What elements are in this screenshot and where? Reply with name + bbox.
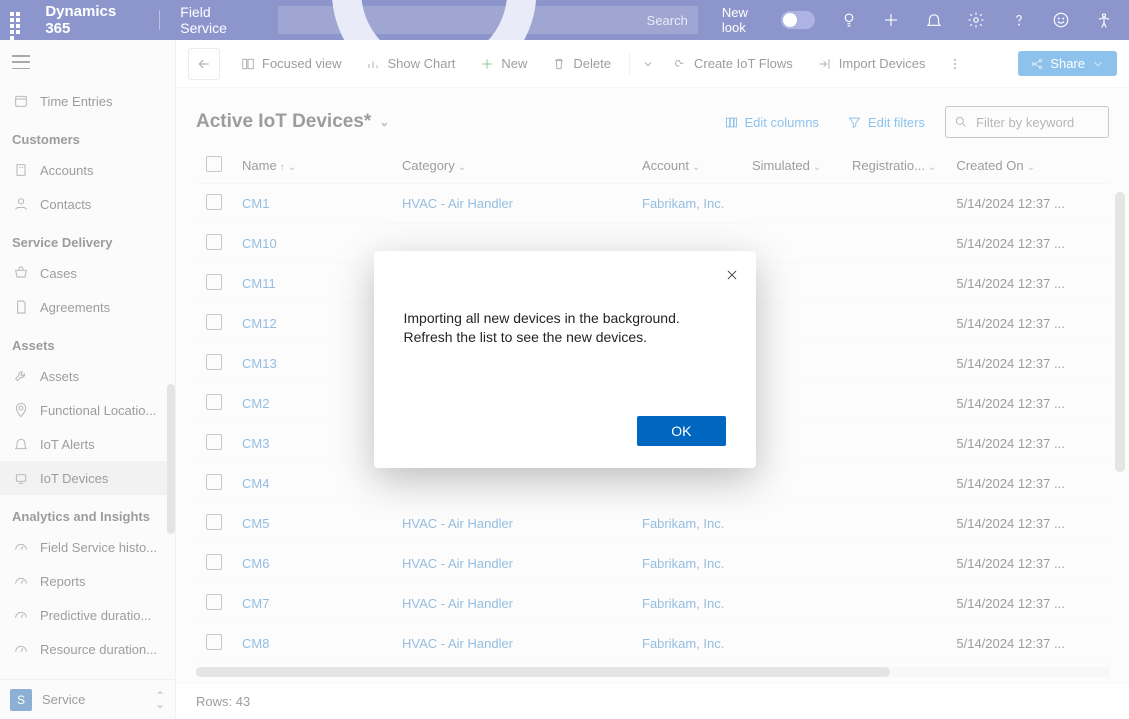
dialog-close-button[interactable] [722,265,742,285]
dialog-ok-button[interactable]: OK [637,416,725,446]
modal-overlay: Importing all new devices in the backgro… [0,0,1129,719]
import-devices-dialog: Importing all new devices in the backgro… [374,251,756,469]
close-icon [725,268,739,282]
dialog-message: Importing all new devices in the backgro… [404,309,726,347]
